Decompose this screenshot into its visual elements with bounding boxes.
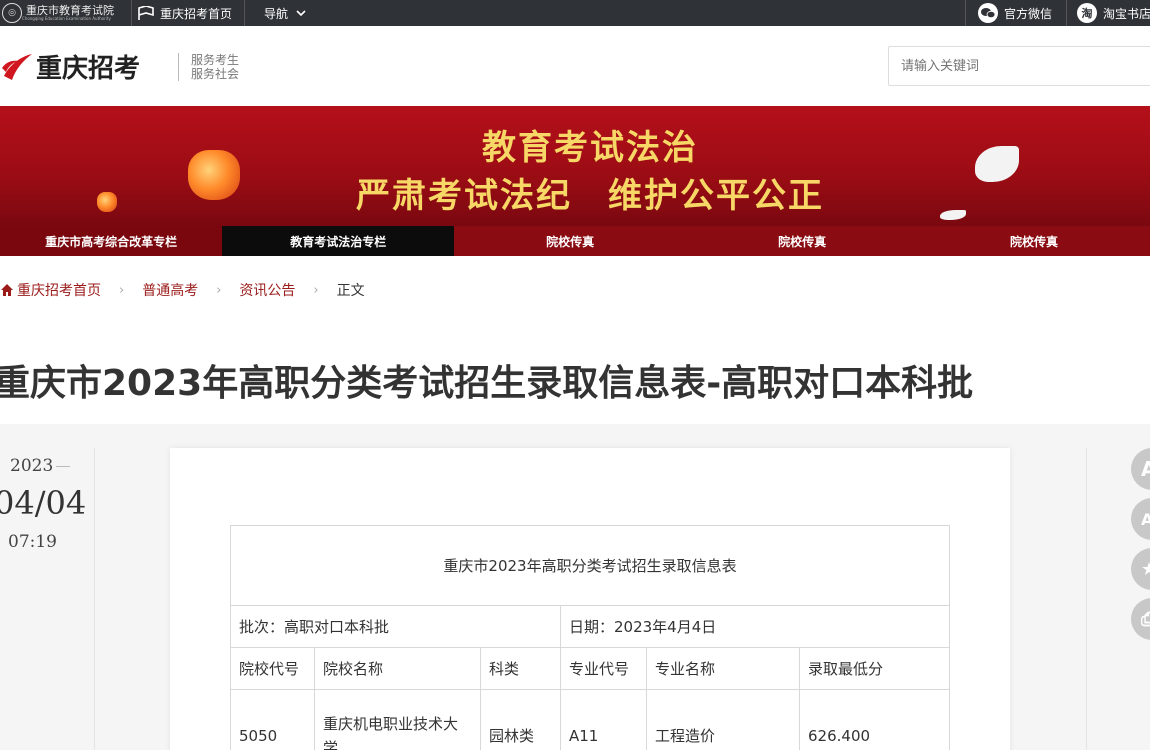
breadcrumb-separator-icon: ›: [313, 282, 319, 298]
taobao-label: 淘宝书店: [1103, 6, 1150, 21]
breadcrumb-separator-icon: ›: [216, 282, 222, 298]
article-header: 重庆市2023年高职分类考试招生录取信息表-高职对口本科批: [0, 324, 1150, 424]
home-icon: [1, 284, 13, 296]
brand-name: 重庆招考: [36, 53, 141, 84]
col-header-school-code: 院校代号: [230, 647, 315, 690]
print-icon[interactable]: ⎙: [1131, 598, 1150, 640]
col-header-category: 科类: [480, 647, 561, 690]
breadcrumb-home[interactable]: 重庆招考首页: [17, 280, 101, 300]
search-input[interactable]: [888, 46, 1150, 86]
breadcrumb-current: 正文: [336, 283, 365, 299]
column-nav: 重庆市高考综合改革专栏 教育考试法治专栏 院校传真 院校传真 院校传真: [0, 226, 1150, 256]
publish-date: 2023 04/04 07:19: [0, 448, 95, 750]
zhaokao-home-link[interactable]: 重庆招考首页: [138, 0, 246, 26]
cell-major-name: 工程造价: [646, 689, 800, 750]
slogan: 服务考生 服务社会: [178, 53, 239, 81]
slogan-line-2: 服务社会: [191, 67, 240, 81]
tab-gaokao-reform[interactable]: 重庆市高考综合改革专栏: [0, 226, 223, 256]
nav-label: 导航: [264, 6, 289, 21]
cell-school-code: 5050: [230, 689, 315, 750]
wechat-link[interactable]: 官方微信: [965, 0, 1065, 26]
chevron-down-icon: [296, 10, 306, 17]
cell-min-score: 626.400: [799, 689, 950, 750]
wechat-icon: [978, 3, 998, 23]
tab-college-news-3[interactable]: 院校传真: [918, 226, 1150, 256]
authority-name: 重庆市教育考试院: [26, 3, 114, 17]
banner: 教育考试法治 严肃考试法纪 维护公平公正: [0, 106, 1150, 226]
admission-table: 重庆市2023年高职分类考试招生录取信息表 批次：高职对口本科批 日期：2023…: [230, 525, 950, 750]
authority-seal-icon: ◎: [2, 3, 22, 23]
top-bar: ◎ 重庆市教育考试院 Chongqing Education Examinati…: [0, 0, 1150, 26]
taobao-link[interactable]: 淘 淘宝书店: [1066, 0, 1150, 26]
table-batch: 批次：高职对口本科批: [230, 605, 561, 648]
banner-title: 教育考试法治: [482, 128, 698, 168]
year-divider: [56, 466, 70, 467]
font-larger-icon[interactable]: A: [1131, 448, 1150, 490]
tab-college-news-2[interactable]: 院校传真: [686, 226, 918, 256]
authority-english-name: Chongqing Education Examination Authorit…: [22, 15, 111, 21]
table-date: 日期：2023年4月4日: [560, 605, 950, 648]
home-flag-icon: [138, 6, 154, 20]
tab-college-news-1[interactable]: 院校传真: [454, 226, 686, 256]
col-header-school-name: 院校名称: [314, 647, 481, 690]
wechat-label: 官方微信: [1004, 6, 1053, 21]
publish-month-day: 04/04: [0, 484, 87, 522]
breadcrumb-separator-icon: ›: [119, 282, 125, 298]
breadcrumb-gaokao[interactable]: 普通高考: [142, 280, 198, 300]
cell-school-name: 重庆机电职业技术大学: [314, 689, 481, 750]
breadcrumb: 重庆招考首页 › 普通高考 › 资讯公告 › 正文: [0, 256, 1150, 324]
cell-category: 园林类: [480, 689, 561, 750]
tab-exam-law[interactable]: 教育考试法治专栏: [222, 226, 455, 256]
exam-authority-link[interactable]: ◎ 重庆市教育考试院 Chongqing Education Examinati…: [0, 0, 132, 26]
table-header-row: 院校代号 院校名称 科类 专业代号 专业名称 录取最低分: [230, 647, 950, 690]
site-header: 重庆招考 服务考生 服务社会: [0, 26, 1150, 106]
slogan-line-1: 服务考生: [191, 53, 240, 67]
breadcrumb-news[interactable]: 资讯公告: [239, 280, 295, 300]
site-logo[interactable]: 重庆招考: [0, 46, 140, 86]
article-tools: A A ★ ⎙: [1086, 448, 1150, 750]
col-header-min-score: 录取最低分: [799, 647, 950, 690]
table-caption: 重庆市2023年高职分类考试招生录取信息表: [230, 525, 950, 606]
font-smaller-icon[interactable]: A: [1131, 498, 1150, 540]
col-header-major-code: 专业代号: [560, 647, 647, 690]
table-row: 5050 重庆机电职业技术大学 园林类 A11 工程造价 626.400: [230, 689, 950, 750]
banner-subtitle: 严肃考试法纪 维护公平公正: [356, 176, 824, 216]
page-title: 重庆市2023年高职分类考试招生录取信息表-高职对口本科批: [0, 363, 974, 404]
taobao-icon: 淘: [1077, 3, 1097, 23]
logo-mark-icon: [2, 54, 32, 80]
article-body: 重庆市2023年高职分类考试招生录取信息表 批次：高职对口本科批 日期：2023…: [170, 448, 1010, 750]
home-link-label: 重庆招考首页: [160, 6, 233, 21]
nav-dropdown[interactable]: 导航: [264, 0, 306, 26]
publish-time: 07:19: [8, 532, 57, 552]
col-header-major-name: 专业名称: [646, 647, 800, 690]
publish-year: 2023: [10, 456, 54, 476]
favorite-icon[interactable]: ★: [1131, 548, 1150, 590]
cell-major-code: A11: [560, 689, 647, 750]
